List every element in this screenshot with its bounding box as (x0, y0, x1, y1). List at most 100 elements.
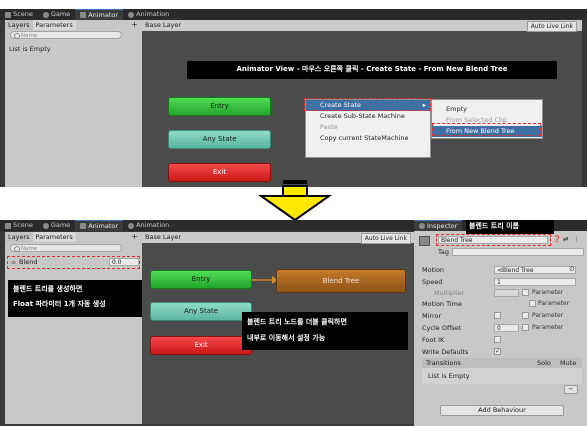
motion-field[interactable]: ⊲Blend Tree (494, 266, 576, 274)
blend-tree-node[interactable]: Blend Tree (276, 269, 406, 293)
search-icon (14, 33, 20, 39)
tab-animation[interactable]: Animation (123, 9, 174, 20)
highlight-from-new-blend-tree (432, 123, 541, 136)
bottom-editor-tabbar: Scene Game Animator Animation (0, 220, 414, 231)
callout-double-click-blend-tree: 블렌드 트리 노드를 더블 클릭하면 내부로 이동해서 설정 가능 (242, 312, 408, 350)
animator-graph[interactable]: Base Layer Auto Live Link Animator View … (142, 20, 582, 187)
animator-icon (80, 223, 87, 229)
write-defaults-label: Write Defaults (422, 348, 469, 356)
animation-icon (128, 11, 135, 18)
any-state-node[interactable]: Any State (150, 302, 252, 321)
graph-header: Base Layer Auto Live Link (142, 232, 414, 244)
down-arrow-icon (257, 180, 333, 222)
multiplier-parameter-label: Parameter (532, 289, 564, 296)
graph-header: Base Layer Auto Live Link (142, 20, 582, 32)
tab-layers[interactable]: Layers (5, 20, 33, 30)
motion-time-parameter-checkbox[interactable] (529, 300, 536, 307)
tab-animator[interactable]: Animator (75, 220, 124, 231)
speed-label: Speed (422, 278, 443, 286)
motion-time-parameter-label: Parameter (538, 300, 570, 307)
gamepad-icon (42, 11, 49, 18)
parameters-panel: Layers Parameters + Name List is Empty (5, 20, 142, 187)
remove-transition-button[interactable]: − (564, 385, 578, 394)
breadcrumb[interactable]: Base Layer (145, 232, 181, 243)
tab-parameters[interactable]: Parameters (32, 232, 76, 242)
menu-item-copy-state-machine[interactable]: Copy current StateMachine (306, 133, 430, 144)
cycle-offset-parameter-checkbox[interactable] (522, 324, 529, 331)
layers-parameters-tabs: Layers Parameters (5, 232, 76, 242)
settings-icon[interactable]: ⋮ (573, 235, 580, 243)
add-parameter-button[interactable]: + (131, 20, 138, 30)
callout-blend-tree-name: 블렌드 트리 이름 (466, 220, 554, 234)
menu-item-create-sub-state-machine[interactable]: Create Sub-State Machine (306, 111, 430, 122)
multiplier-dropdown[interactable] (494, 289, 519, 297)
tab-game[interactable]: Game (38, 9, 75, 20)
animator-icon (80, 12, 87, 18)
animation-icon (128, 222, 135, 229)
tab-animation[interactable]: Animation (123, 220, 174, 231)
preset-icon[interactable]: ⇄ (563, 235, 568, 243)
layers-parameters-tabs: Layers Parameters (5, 20, 76, 30)
grid-icon (5, 222, 11, 229)
foot-ik-checkbox[interactable] (494, 336, 501, 343)
highlight-create-state (304, 98, 431, 111)
gamepad-icon (42, 222, 49, 229)
parameter-search-input[interactable]: Name (10, 31, 122, 39)
state-icon (419, 236, 430, 246)
tag-label: Tag (438, 248, 450, 256)
submenu-item-empty[interactable]: Empty (432, 104, 542, 115)
exit-node[interactable]: Exit (150, 336, 252, 355)
multiplier-parameter-checkbox[interactable] (522, 289, 529, 296)
cycle-offset-parameter-label: Parameter (532, 324, 564, 331)
add-parameter-button[interactable]: + (131, 232, 138, 242)
parameter-search-input[interactable]: Name (10, 244, 122, 252)
breadcrumb[interactable]: Base Layer (145, 20, 181, 31)
cycle-offset-input[interactable]: 0 (494, 324, 519, 332)
parameter-list-empty: List is Empty (9, 45, 51, 53)
tab-animator[interactable]: Animator (75, 9, 124, 20)
callout-parameter-auto-created: 블렌드 트리를 생성하면 Float 파라미터 1개 자동 생성 (8, 280, 155, 317)
grid-icon (5, 11, 11, 18)
mirror-parameter-label: Parameter (532, 312, 564, 319)
tab-scene[interactable]: Scene (0, 9, 38, 20)
mirror-label: Mirror (422, 312, 442, 320)
foot-ik-label: Foot IK (422, 336, 445, 344)
entry-node[interactable]: Entry (168, 97, 271, 116)
highlight-blend-parameter (7, 256, 140, 269)
tab-parameters[interactable]: Parameters (32, 20, 76, 30)
help-icon[interactable]: ❓ (553, 235, 561, 243)
mirror-parameter-checkbox[interactable] (522, 312, 529, 319)
any-state-node[interactable]: Any State (168, 130, 271, 149)
tag-input[interactable] (452, 248, 584, 256)
tab-inspector[interactable]: Inspector (414, 220, 463, 231)
mirror-checkbox[interactable] (494, 312, 501, 319)
animator-graph[interactable]: Base Layer Auto Live Link Entry Blend Tr… (142, 232, 414, 424)
entry-node[interactable]: Entry (150, 270, 252, 289)
transitions-list-empty: List is Empty (428, 372, 470, 380)
mute-label: Mute (560, 359, 577, 367)
transitions-list: List is Empty (422, 368, 582, 384)
add-behaviour-button[interactable]: Add Behaviour (440, 405, 564, 416)
cycle-offset-label: Cycle Offset (422, 324, 462, 332)
motion-time-label: Motion Time (422, 300, 463, 308)
parameters-panel: Layers Parameters + Name ≡ Blend 0.0 (5, 232, 142, 424)
speed-input[interactable]: 1 (494, 278, 576, 286)
instruction-banner: Animator View - 마우스 오른쪽 클릭 - Create Stat… (187, 61, 557, 79)
multiplier-label: Multiplier (434, 289, 465, 297)
transition-arrow (252, 276, 278, 284)
write-defaults-checkbox[interactable]: ✓ (494, 348, 501, 355)
menu-item-paste[interactable]: Paste (306, 122, 430, 133)
highlight-state-name (436, 234, 551, 246)
top-animator-screenshot: Scene Game Animator Animation Layers Par… (0, 9, 587, 187)
tab-layers[interactable]: Layers (5, 232, 33, 242)
transitions-header: Transitions Solo Mute (422, 358, 582, 368)
object-picker-icon[interactable]: ⊙ (569, 265, 575, 273)
inspector-panel: Inspector 블렌드 트리 이름 Blend Tree ❓ ⇄ ⋮ Tag… (414, 220, 587, 426)
motion-label: Motion (422, 266, 445, 274)
tab-scene[interactable]: Scene (0, 220, 38, 231)
auto-live-link-toggle[interactable]: Auto Live Link (526, 21, 577, 32)
auto-live-link-toggle[interactable]: Auto Live Link (360, 233, 411, 244)
solo-label: Solo (537, 359, 551, 367)
info-icon (419, 223, 425, 229)
tab-game[interactable]: Game (38, 220, 75, 231)
